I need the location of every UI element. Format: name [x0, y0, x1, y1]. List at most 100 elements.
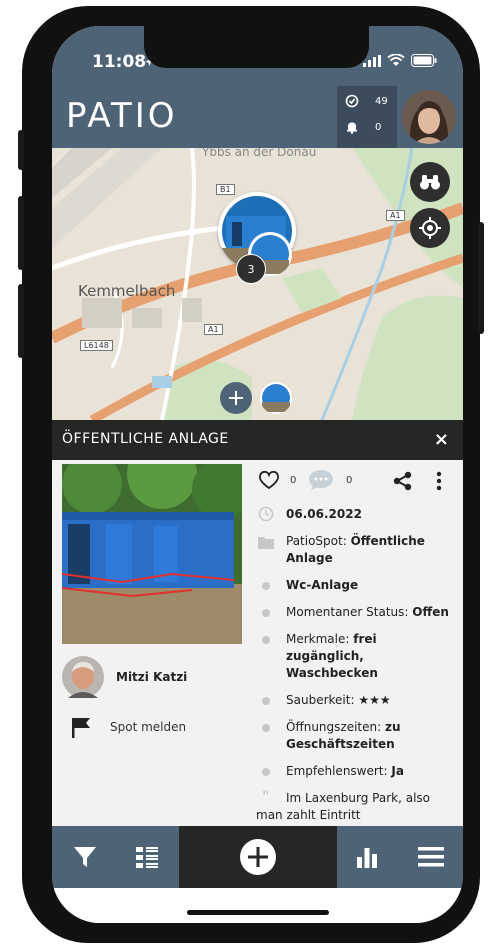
status-icons: [363, 54, 437, 67]
info-cleanliness: Sauberkeit: ★★★: [256, 692, 456, 709]
notifications-counter[interactable]: 0: [345, 120, 381, 134]
report-spot-button[interactable]: Spot melden: [70, 716, 186, 738]
status-time: 11:08: [92, 52, 147, 72]
features-prefix: Merkmale:: [286, 632, 354, 646]
app-screen: 11:08 PATIO 49 0 Ybbs an der Donau Kemme…: [52, 26, 463, 923]
spot-prefix: PatioSpot:: [286, 534, 351, 548]
bullet-icon: [262, 724, 270, 732]
info-date: 06.06.2022: [256, 506, 456, 523]
cluster-count-badge[interactable]: 3: [236, 254, 266, 284]
list-view-button[interactable]: [132, 826, 162, 888]
home-indicator-area: [52, 888, 463, 923]
cluster-count: 3: [247, 262, 255, 276]
hours-prefix: Öffnungszeiten:: [286, 720, 385, 734]
checks-count: 49: [375, 95, 388, 107]
bell-icon: [347, 122, 357, 134]
user-name[interactable]: Mitzi Katzi: [116, 670, 187, 684]
spot-date: 06.06.2022: [286, 507, 362, 521]
close-icon[interactable]: ×: [434, 429, 449, 450]
spot-photo[interactable]: [62, 464, 242, 644]
plus-icon: [229, 391, 243, 405]
wifi-icon: [387, 54, 405, 66]
likes-count: 0: [290, 475, 297, 486]
checks-counter[interactable]: 49: [345, 94, 388, 108]
bullet-icon: [262, 768, 270, 776]
report-spot-label: Spot melden: [110, 720, 187, 734]
hamburger-icon: [418, 847, 444, 867]
quote-icon: ": [262, 789, 270, 805]
app-logo[interactable]: PATIO: [66, 96, 178, 136]
phone-volume-up: [18, 196, 24, 270]
bullet-icon: [262, 636, 270, 644]
flag-icon: [72, 718, 90, 738]
check-circle-icon: [345, 94, 359, 108]
map-add-button[interactable]: [220, 382, 252, 414]
spot-info-list: 06.06.2022 PatioSpot: Öffentliche Anlage…: [256, 506, 456, 834]
info-features: Merkmale: frei zugänglich, Waschbecken: [256, 631, 456, 682]
stats-button[interactable]: [352, 826, 382, 888]
info-status: Momentaner Status: Offen: [256, 604, 456, 621]
comments-count: 0: [346, 475, 353, 486]
add-spot-button[interactable]: [179, 826, 337, 888]
user-row[interactable]: Mitzi Katzi: [62, 656, 187, 698]
detail-panel-header: ÖFFENTLICHE ANLAGE ×: [52, 420, 463, 460]
counters-box[interactable]: 49 0: [337, 86, 397, 148]
status-bar: 11:08: [52, 26, 463, 86]
map-label-town: Kemmelbach: [78, 282, 176, 300]
bullet-icon: [262, 697, 270, 705]
phone-volume-down: [18, 284, 24, 358]
battery-icon: [411, 54, 437, 67]
status-prefix: Momentaner Status:: [286, 605, 413, 619]
locate-button[interactable]: [410, 208, 450, 248]
bullet-icon: [262, 609, 270, 617]
type-value: Wc-Anlage: [286, 578, 359, 592]
map-spot-thumbnail[interactable]: [260, 382, 292, 414]
spot-comment: Im Laxenburg Park, also man zahlt Eintri…: [256, 791, 431, 822]
map-view[interactable]: Ybbs an der Donau Kemmelbach B1 A1 A1 L6…: [52, 148, 463, 420]
spot-photo-image: [62, 464, 242, 644]
road-sign-b1: B1: [216, 184, 235, 195]
road-sign-a1-right: A1: [386, 210, 405, 221]
info-spot-type: PatioSpot: Öffentliche Anlage: [256, 533, 456, 567]
map-label-top: Ybbs an der Donau: [202, 148, 317, 159]
road-sign-l6148: L6148: [80, 340, 113, 351]
info-hours: Öffnungszeiten: zu Geschäftszeiten: [256, 719, 456, 753]
info-recommend: Empfehlenswert: Ja: [256, 763, 456, 780]
filter-icon: [74, 847, 96, 867]
crosshair-icon: [419, 217, 441, 239]
phone-side-button: [18, 130, 24, 170]
signal-icon: [363, 54, 381, 67]
app-header: PATIO 49 0: [52, 86, 463, 148]
profile-photo: [402, 90, 456, 144]
profile-avatar[interactable]: [402, 90, 456, 144]
home-indicator[interactable]: [187, 910, 329, 915]
panel-title: ÖFFENTLICHE ANLAGE: [62, 431, 229, 447]
bottom-tab-bar: [52, 826, 463, 888]
notifications-count: 0: [375, 121, 382, 133]
phone-power-button: [478, 222, 484, 334]
status-value: Offen: [412, 605, 449, 619]
list-icon: [136, 847, 158, 868]
more-vertical-icon[interactable]: [436, 471, 442, 491]
notch: [144, 26, 369, 68]
comment-icon[interactable]: [308, 469, 334, 491]
cleanliness-stars: ★★★: [358, 693, 391, 707]
filter-button[interactable]: [70, 826, 100, 888]
menu-button[interactable]: [416, 826, 446, 888]
road-sign-a1-center: A1: [204, 324, 223, 335]
action-bar: 0 0: [256, 466, 456, 496]
info-comment: " Im Laxenburg Park, also man zahlt Eint…: [256, 789, 456, 824]
clock-icon: [258, 506, 274, 522]
share-icon[interactable]: [393, 471, 413, 491]
plus-circle-icon: [240, 839, 276, 875]
bar-chart-icon: [357, 848, 377, 868]
binoculars-icon: [420, 175, 440, 190]
info-type: Wc-Anlage: [256, 577, 456, 594]
binoculars-button[interactable]: [410, 162, 450, 202]
bullet-icon: [262, 582, 270, 590]
recommend-prefix: Empfehlenswert:: [286, 764, 392, 778]
thumbnail-photo: [262, 384, 290, 412]
heart-icon[interactable]: [258, 470, 280, 490]
recommend-value: Ja: [391, 764, 404, 778]
user-avatar[interactable]: [62, 656, 104, 698]
